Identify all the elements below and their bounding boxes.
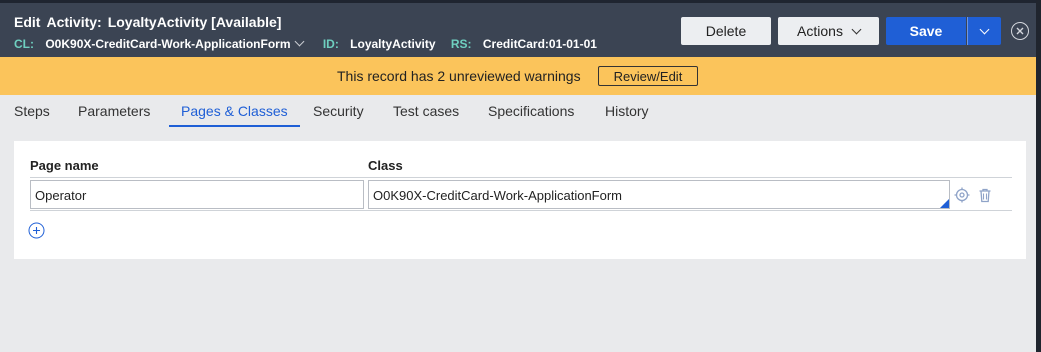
title-edit: Edit <box>14 14 41 30</box>
review-edit-button[interactable]: Review/Edit <box>598 66 698 86</box>
warning-message: This record has 2 unreviewed warnings <box>337 68 581 84</box>
tab-test-cases[interactable]: Test cases <box>393 103 459 127</box>
actions-label: Actions <box>797 23 843 39</box>
add-circle-icon[interactable] <box>28 222 45 239</box>
title-type: Activity: <box>46 14 102 30</box>
close-icon <box>1016 27 1024 35</box>
pages-classes-panel: Page name Class Operator O0K90X-CreditCa… <box>14 141 1026 259</box>
trash-icon[interactable] <box>977 187 993 203</box>
tab-bar: Steps Parameters Pages & Classes Securit… <box>0 95 1036 130</box>
chevron-down-icon[interactable] <box>295 36 305 47</box>
tab-steps[interactable]: Steps <box>14 103 50 127</box>
id-label: ID: <box>322 37 339 51</box>
rs-value: CreditCard:01-01-01 <box>482 37 597 51</box>
tab-parameters[interactable]: Parameters <box>78 103 150 127</box>
active-tab-indicator <box>169 125 300 127</box>
record-meta: CL: O0K90X-CreditCard-Work-ApplicationFo… <box>14 36 597 51</box>
tab-specifications[interactable]: Specifications <box>488 103 574 127</box>
close-button[interactable] <box>1011 22 1029 40</box>
autocomplete-corner-icon <box>940 199 949 208</box>
title-status: [Available] <box>211 14 282 30</box>
title-name: LoyaltyActivity <box>107 14 208 30</box>
page-name-input[interactable]: Operator <box>30 180 364 209</box>
warning-banner: This record has 2 unreviewed warnings Re… <box>0 57 1036 95</box>
target-icon[interactable] <box>954 187 970 203</box>
save-menu-button[interactable] <box>967 17 1001 45</box>
class-input[interactable]: O0K90X-CreditCard-Work-ApplicationForm <box>368 180 950 209</box>
tab-pages-classes[interactable]: Pages & Classes <box>181 103 288 127</box>
tab-history[interactable]: History <box>605 103 649 127</box>
actions-button[interactable]: Actions <box>778 17 879 45</box>
cl-label: CL: <box>14 37 34 51</box>
top-border <box>0 0 1041 3</box>
class-value: O0K90X-CreditCard-Work-ApplicationForm <box>373 188 623 203</box>
chevron-down-icon <box>851 24 862 34</box>
rs-label: RS: <box>450 37 472 51</box>
chevron-down-icon <box>979 24 990 34</box>
delete-button[interactable]: Delete <box>681 17 771 45</box>
save-button[interactable]: Save <box>886 17 966 45</box>
header-divider <box>30 177 1012 178</box>
cl-value[interactable]: O0K90X-CreditCard-Work-ApplicationForm <box>45 37 290 51</box>
id-value: LoyaltyActivity <box>350 37 436 51</box>
page-title: Edit Activity: LoyaltyActivity [Available] <box>14 14 281 30</box>
column-header-page-name: Page name <box>30 158 99 173</box>
header-bar: Edit Activity: LoyaltyActivity [Available]… <box>0 0 1041 57</box>
row-divider <box>30 210 1012 211</box>
column-header-class: Class <box>368 158 403 173</box>
tab-security[interactable]: Security <box>313 103 364 127</box>
window-edge <box>1036 0 1041 352</box>
